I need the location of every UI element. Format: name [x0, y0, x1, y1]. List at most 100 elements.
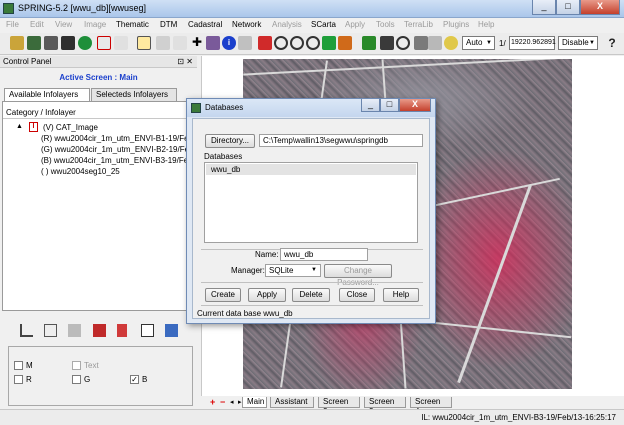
remove-screen-button[interactable]: − — [220, 397, 225, 407]
tree-item-green[interactable]: (G) wwu2004cir_1m_utm_ENVI-B2-19/Feb — [41, 145, 194, 154]
close-dialog-button[interactable]: Close — [339, 288, 375, 302]
toolbar: ✚ i Auto ▼ 1/ 19220.962891 Disable ▼ ? — [0, 33, 624, 55]
layers-icon[interactable] — [362, 36, 376, 50]
grid-icon[interactable] — [44, 36, 58, 50]
properties-icon[interactable] — [20, 324, 33, 337]
chevron-down-icon: ▼ — [589, 40, 595, 46]
change-password-button[interactable]: Change Password... — [324, 264, 392, 287]
pencil-icon[interactable] — [258, 36, 272, 50]
menu-terralib[interactable]: TerraLib — [404, 20, 433, 29]
expand-toggle-icon[interactable]: ▲ — [16, 123, 23, 130]
open-icon[interactable] — [10, 36, 24, 50]
manager-select[interactable]: SQLite ▼ — [265, 264, 321, 277]
table-icon[interactable] — [61, 36, 75, 50]
checkbox-r[interactable] — [14, 375, 23, 384]
database-icon[interactable] — [27, 36, 41, 50]
checkbox-text[interactable] — [72, 361, 81, 370]
menu-apply[interactable]: Apply — [345, 20, 365, 29]
tab-available-infolayers[interactable]: Available Infolayers — [4, 88, 90, 101]
pointer-icon[interactable] — [137, 36, 151, 50]
tab-screen-3[interactable]: Screen 3 — [364, 397, 406, 416]
search-icon[interactable] — [44, 324, 57, 337]
tab-main[interactable]: Main — [242, 397, 267, 408]
window-title: SPRING-5.2 [wwu_db][wwuseg] — [18, 3, 147, 13]
tab-scroll-right-icon[interactable]: ▸ — [238, 398, 242, 406]
menu-dtm[interactable]: DTM — [160, 20, 177, 29]
info-icon[interactable]: i — [222, 36, 236, 50]
menu-thematic[interactable]: Thematic — [116, 20, 149, 29]
checkbox-m-label: M — [26, 361, 33, 370]
zoom-window-icon[interactable] — [306, 36, 320, 50]
link-icon[interactable] — [114, 36, 128, 50]
menu-image[interactable]: Image — [84, 20, 106, 29]
close-button[interactable]: X — [580, 0, 620, 15]
menu-analysis[interactable]: Analysis — [272, 20, 302, 29]
name-field[interactable]: wwu_db — [280, 248, 368, 261]
tree-item-red[interactable]: (R) wwu2004cir_1m_utm_ENVI-B1-19/Feb — [41, 134, 193, 143]
checkbox-b[interactable]: ✓ — [130, 375, 139, 384]
zoom-out-icon[interactable] — [290, 36, 304, 50]
tools-icon[interactable] — [380, 36, 394, 50]
draw-icon[interactable] — [68, 324, 81, 337]
undo-icon[interactable] — [338, 36, 352, 50]
dialog-minimize-button[interactable]: _ — [361, 99, 380, 112]
checkbox-m[interactable] — [14, 361, 23, 370]
add-screen-button[interactable]: + — [210, 397, 215, 407]
tab-scroll-left-icon[interactable]: ◂ — [230, 398, 234, 406]
edit-icon[interactable] — [93, 324, 106, 337]
menu-edit[interactable]: Edit — [30, 20, 44, 29]
help-icon[interactable]: ? — [605, 36, 619, 50]
directory-button[interactable]: Directory... — [205, 134, 255, 148]
apply-button[interactable]: Apply — [248, 288, 286, 302]
arrow-icon[interactable] — [206, 36, 220, 50]
maximize-button[interactable]: □ — [556, 0, 580, 15]
dialog-title: Databases — [205, 103, 244, 112]
menu-tools[interactable]: Tools — [376, 20, 395, 29]
zoom-in-icon[interactable] — [274, 36, 288, 50]
window-icon[interactable] — [141, 324, 154, 337]
control-panel-title-bar: Control Panel ⊡ ✕ — [0, 56, 197, 68]
tree-category[interactable]: (V) CAT_Image — [43, 123, 98, 132]
dialog-close-button[interactable]: X — [399, 99, 431, 112]
help-button[interactable]: Help — [383, 288, 419, 302]
eraser-icon[interactable] — [78, 36, 92, 50]
cross-icon[interactable] — [414, 36, 428, 50]
delete-button[interactable]: Delete — [292, 288, 330, 302]
zoom-menu-icon[interactable] — [396, 36, 410, 50]
dialog-maximize-button[interactable]: □ — [380, 99, 399, 112]
databases-list[interactable]: wwu_db — [204, 162, 418, 243]
list-item[interactable]: wwu_db — [206, 164, 416, 175]
minimize-button[interactable]: _ — [532, 0, 556, 15]
menu-help[interactable]: Help — [478, 20, 494, 29]
eye-icon[interactable] — [444, 36, 458, 50]
menu-cadastral[interactable]: Cadastral — [188, 20, 222, 29]
pencil-icon[interactable] — [117, 324, 127, 337]
tab-selected-infolayers[interactable]: Selecteds Infolayers — [91, 88, 177, 101]
tree-item-blue[interactable]: (B) wwu2004cir_1m_utm_ENVI-B3-19/Feb — [41, 156, 193, 165]
directory-path-field[interactable]: C:\Temp\wallin13\segwwu\springdb — [259, 134, 423, 147]
draw-line-icon[interactable] — [173, 36, 187, 50]
tab-screen-4[interactable]: Screen 4 — [410, 397, 452, 416]
zoom-mode-select[interactable]: Auto ▼ — [462, 36, 495, 50]
zoom-previous-icon[interactable] — [322, 36, 336, 50]
scale-input[interactable]: 19220.962891 — [509, 36, 556, 50]
tree-item-segmentation[interactable]: ( ) wwu2004seg10_25 — [41, 167, 120, 176]
shift-icon[interactable] — [428, 36, 442, 50]
menu-plugins[interactable]: Plugins — [443, 20, 469, 29]
screen-tabs: + − ◂ ▸ Main Assistant Screen 2 Screen 3… — [201, 396, 624, 416]
tab-screen-2[interactable]: Screen 2 — [318, 397, 360, 416]
menu-scarta[interactable]: SCarta — [311, 20, 336, 29]
screen-icon[interactable] — [97, 36, 111, 50]
menu-view[interactable]: View — [55, 20, 72, 29]
pin-close-icon[interactable]: ⊡ ✕ — [177, 56, 193, 67]
menu-network[interactable]: Network — [232, 20, 261, 29]
cursor-icon[interactable] — [238, 36, 252, 50]
checkbox-g[interactable] — [72, 375, 81, 384]
create-button[interactable]: Create — [205, 288, 241, 302]
tab-assistant[interactable]: Assistant — [270, 397, 314, 408]
legend-icon[interactable] — [165, 324, 178, 337]
menu-file[interactable]: File — [6, 20, 19, 29]
pan-icon[interactable]: ✚ — [190, 36, 204, 50]
select-icon[interactable] — [156, 36, 170, 50]
mode-select[interactable]: Disable ▼ — [558, 36, 598, 50]
